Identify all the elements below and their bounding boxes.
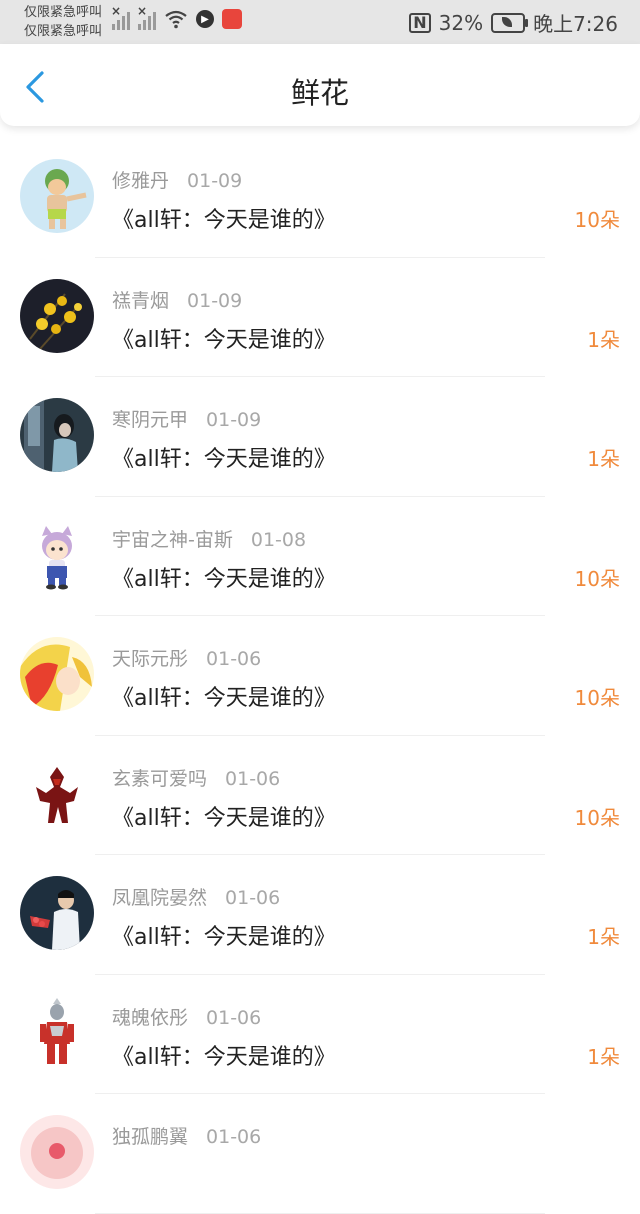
flower-gift-list: 修雅丹 01-09 《all轩：今天是谁的》 10朵 禚青烟 01-09 《all轩… — [0, 138, 640, 1214]
user-name: 修雅丹 — [112, 170, 170, 192]
gift-date: 01-09 — [187, 289, 243, 312]
list-item[interactable]: 凤凰院晏然 01-06 《all轩：今天是谁的》 1朵 — [0, 855, 640, 975]
carrier-line-2: 仅限紧急呼叫 — [24, 24, 103, 39]
clock: 晚上7:26 — [533, 12, 618, 36]
avatar[interactable] — [20, 756, 94, 831]
avatar[interactable] — [20, 637, 94, 711]
list-item[interactable]: 禚青烟 01-09 《all轩：今天是谁的》 1朵 — [0, 258, 640, 378]
flower-count: 1朵 — [587, 447, 620, 471]
gift-date: 01-06 — [206, 1006, 262, 1029]
gift-date: 01-09 — [187, 170, 243, 192]
avatar[interactable] — [20, 876, 94, 950]
flower-count: 10朵 — [574, 208, 620, 232]
user-name: 寒阴元甲 — [112, 409, 189, 431]
signal-icon: × — [111, 4, 130, 30]
gift-date: 01-08 — [250, 528, 307, 551]
user-name: 天际元彤 — [112, 648, 189, 670]
battery-percent: 32% — [438, 10, 484, 35]
flower-count: 10朵 — [574, 686, 620, 710]
list-item[interactable]: 玄素可爱吗 01-06 《all轩：今天是谁的》 10朵 — [0, 736, 640, 856]
user-name: 宇宙之神-宙斯 — [112, 528, 233, 551]
nav-header: 鲜花 — [0, 44, 640, 126]
media-play-icon: ▶ — [196, 10, 214, 28]
book-title: 《all轩：今天是谁的》 — [112, 686, 336, 711]
list-item[interactable]: 天际元彤 01-06 《all轩：今天是谁的》 10朵 — [0, 616, 640, 736]
page-title: 鲜花 — [290, 76, 349, 110]
book-title: 《all轩：今天是谁的》 — [112, 1044, 336, 1070]
carrier-text: 仅限紧急呼叫 仅限紧急呼叫 — [24, 3, 102, 41]
list-item[interactable]: 宇宙之神-宙斯 01-08 《all轩：今天是谁的》 10朵 — [0, 497, 640, 617]
list-item[interactable]: 魂魄依彤 01-06 《all轩：今天是谁的》 1朵 — [0, 975, 640, 1095]
book-title: 《all轩：今天是谁的》 — [112, 805, 336, 831]
avatar[interactable] — [20, 159, 94, 233]
avatar[interactable] — [20, 517, 94, 592]
user-name: 禚青烟 — [112, 289, 170, 312]
book-title: 《all轩：今天是谁的》 — [112, 327, 336, 353]
list-item[interactable]: 独孤鹏翼 01-06 — [0, 1094, 640, 1214]
user-name: 玄素可爱吗 — [112, 767, 208, 790]
signal-icon-2: × — [137, 4, 156, 30]
gift-date: 01-06 — [206, 648, 262, 670]
user-name: 魂魄依彤 — [112, 1006, 189, 1029]
book-title: 《all轩：今天是谁的》 — [112, 566, 336, 592]
flower-count: 10朵 — [574, 566, 620, 591]
list-item[interactable]: 寒阴元甲 01-09 《all轩：今天是谁的》 1朵 — [0, 377, 640, 497]
list-item[interactable]: 修雅丹 01-09 《all轩：今天是谁的》 10朵 — [0, 138, 640, 258]
avatar[interactable] — [20, 398, 94, 472]
wifi-icon — [165, 10, 187, 29]
avatar[interactable] — [20, 278, 94, 353]
book-title: 《all轩：今天是谁的》 — [112, 447, 336, 472]
avatar[interactable] — [20, 1115, 94, 1189]
nfc-icon: N — [409, 12, 431, 33]
user-name: 凤凰院晏然 — [112, 887, 208, 909]
flower-count: 1朵 — [587, 1044, 620, 1069]
battery-icon — [491, 12, 529, 33]
book-title: 《all轩：今天是谁的》 — [112, 208, 336, 233]
gift-date: 01-06 — [206, 1126, 262, 1148]
app-notification-icon — [222, 9, 242, 29]
gift-date: 01-06 — [225, 887, 281, 909]
flower-count: 10朵 — [574, 805, 620, 830]
gift-date: 01-09 — [206, 409, 262, 431]
flower-count: 1朵 — [587, 327, 620, 352]
user-name: 独孤鹏翼 — [112, 1126, 189, 1148]
carrier-line-1: 仅限紧急呼叫 — [24, 5, 103, 20]
status-bar: 仅限紧急呼叫 仅限紧急呼叫 × × ▶ N 32% 晚上7:26 — [0, 0, 640, 44]
gift-date: 01-06 — [225, 767, 281, 790]
avatar[interactable] — [20, 995, 94, 1070]
book-title: 《all轩：今天是谁的》 — [112, 925, 336, 950]
flower-count: 1朵 — [587, 925, 620, 949]
